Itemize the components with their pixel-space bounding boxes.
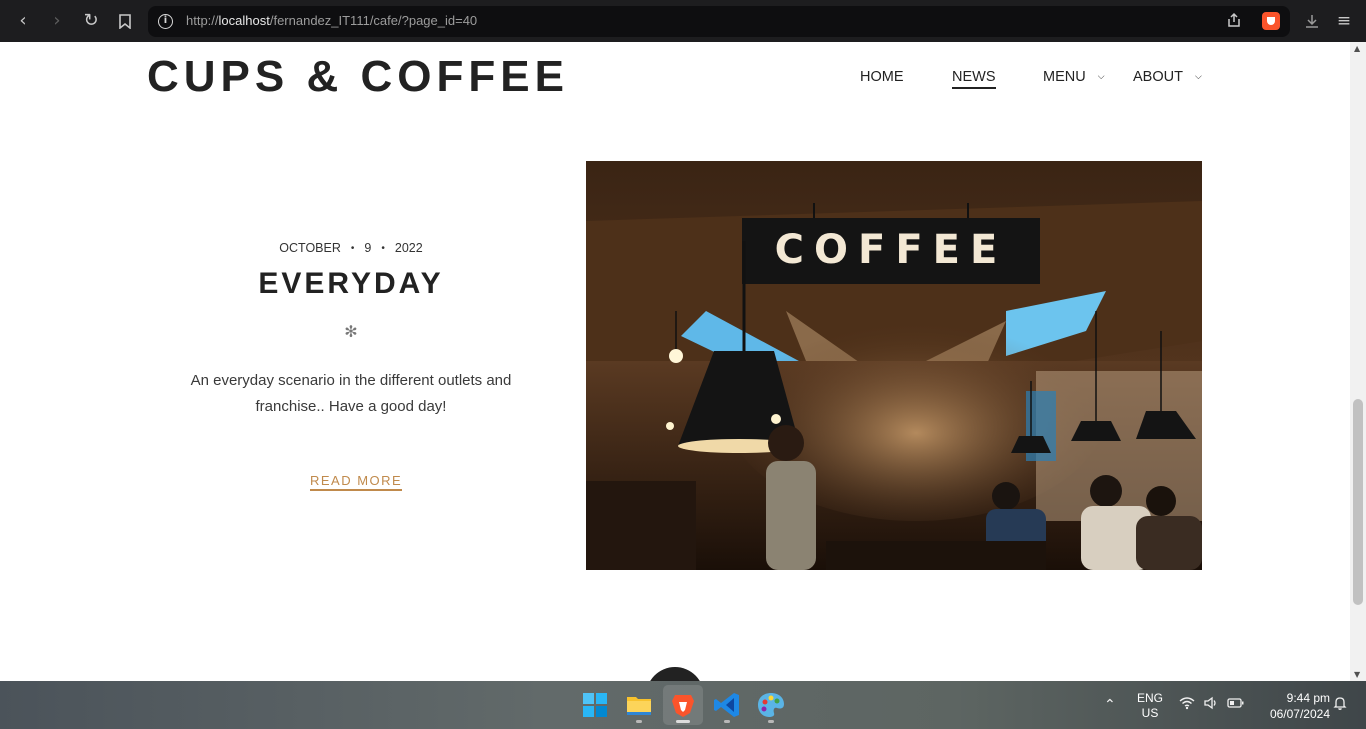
url-text[interactable]: http://localhost/fernandez_IT111/cafe/?p… <box>186 13 477 28</box>
running-indicator <box>636 720 642 723</box>
separator-dot: • <box>350 243 355 254</box>
back-icon[interactable]: ‹ <box>11 9 35 33</box>
site-title[interactable]: CUPS & COFFEE <box>147 52 569 102</box>
nav-menu-label: MENU <box>1043 69 1086 85</box>
windows-taskbar: ⌃ ENG US 9:44 pm 06/07/2024 <box>0 681 1366 729</box>
nav-menu[interactable]: MENU ⌵ <box>1043 69 1105 85</box>
page-scrollbar[interactable]: ▲ ▼ <box>1350 42 1366 681</box>
read-more-link[interactable]: READ MORE <box>310 473 403 491</box>
running-indicator <box>768 720 774 723</box>
notification-bell-icon[interactable] <box>1332 695 1348 717</box>
share-icon[interactable] <box>1225 12 1243 30</box>
nav-news[interactable]: NEWS <box>952 69 996 89</box>
running-indicator <box>676 720 690 723</box>
paint-icon <box>758 693 784 717</box>
language-code: ENG <box>1136 691 1163 705</box>
battery-icon[interactable] <box>1227 695 1245 717</box>
forward-icon[interactable]: › <box>45 9 69 33</box>
volume-icon[interactable] <box>1203 695 1219 717</box>
browser-toolbar: ‹ › ↻ i http://localhost/fernandez_IT111… <box>0 0 1366 42</box>
web-page: CUPS & COFFEE HOME NEWS MENU ⌵ ABOUT ⌵ OCT… <box>0 42 1350 681</box>
nav-about-label: ABOUT <box>1133 69 1183 85</box>
asterisk-ornament-icon: ✻ <box>344 322 358 341</box>
region-code: US <box>1141 706 1159 720</box>
brave-browser-button[interactable] <box>663 685 703 725</box>
post-featured-image[interactable]: COFFEE <box>586 161 1202 570</box>
wifi-icon[interactable] <box>1179 695 1195 717</box>
bookmark-icon[interactable] <box>113 9 137 33</box>
clock-time: 9:44 pm <box>1286 691 1330 705</box>
post-date-day: 9 <box>364 241 372 255</box>
vscode-button[interactable] <box>707 685 747 725</box>
post-excerpt: An everyday scenario in the different ou… <box>190 372 512 415</box>
download-icon[interactable] <box>1300 9 1324 33</box>
nav-about[interactable]: ABOUT ⌵ <box>1133 69 1202 85</box>
show-hidden-icons-chevron-icon[interactable]: ⌃ <box>1104 695 1116 715</box>
post-title[interactable]: EVERYDAY <box>171 267 531 301</box>
scrollbar-thumb[interactable] <box>1353 399 1363 605</box>
clock[interactable]: 9:44 pm 06/07/2024 <box>1254 690 1330 722</box>
brave-browser-icon <box>672 695 694 717</box>
separator-dot: • <box>381 243 385 254</box>
clock-date: 06/07/2024 <box>1269 707 1330 721</box>
reload-icon[interactable]: ↻ <box>79 9 103 33</box>
post-date-year: 2022 <box>394 241 423 255</box>
chevron-down-icon[interactable]: ⌵ <box>1098 71 1105 81</box>
start-button[interactable] <box>575 685 615 725</box>
scroll-down-arrow-icon[interactable]: ▼ <box>1354 670 1360 679</box>
coffee-sign-text: COFFEE <box>775 227 1008 273</box>
nav-home-label: HOME <box>860 69 904 85</box>
chevron-down-icon[interactable]: ⌵ <box>1195 71 1202 81</box>
site-info-icon[interactable]: i <box>158 14 173 29</box>
start-icon <box>583 693 607 717</box>
vscode-icon <box>714 693 739 717</box>
file-explorer-button[interactable] <box>619 685 659 725</box>
nav-news-label: NEWS <box>952 69 996 85</box>
brave-shields-icon[interactable] <box>1262 12 1280 30</box>
scroll-up-arrow-icon[interactable]: ▲ <box>1354 44 1360 53</box>
post-date-month: OCTOBER <box>279 241 341 255</box>
browser-menu-icon[interactable]: ≡ <box>1332 9 1356 33</box>
nav-home[interactable]: HOME <box>860 69 904 85</box>
file-explorer-icon <box>627 697 651 715</box>
post-date: OCTOBER • 9 • 2022 <box>171 241 531 255</box>
address-bar[interactable]: i http://localhost/fernandez_IT111/cafe/… <box>148 6 1290 37</box>
input-language-indicator[interactable]: ENG US <box>1132 691 1168 721</box>
running-indicator <box>724 720 730 723</box>
paint-button[interactable] <box>751 685 791 725</box>
scroll-to-top-button[interactable] <box>646 667 704 681</box>
